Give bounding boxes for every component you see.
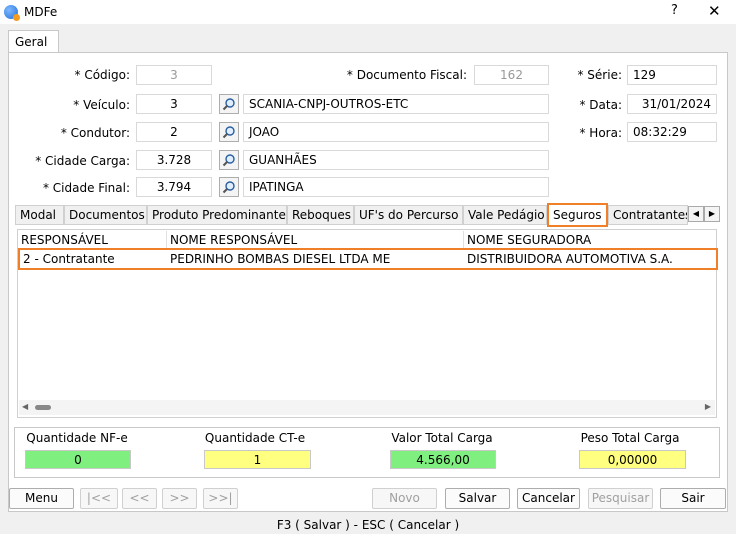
search-icon [222,181,235,194]
column-header-responsavel[interactable]: RESPONSÁVEL [18,231,167,249]
sair-button[interactable]: Sair [660,488,726,509]
cidade-carga-desc-field[interactable]: GUANHÃES [243,150,549,170]
valor-total-value: 4.566,00 [390,450,496,469]
cidade-final-label: * Cidade Final: [42,181,130,195]
veiculo-label: * Veículo: [73,98,130,112]
tab-ufs-percurso[interactable]: UF's do Percurso [354,205,463,225]
qtd-cte-value: 1 [204,450,311,469]
codigo-field[interactable]: 3 [136,65,212,85]
doc-fiscal-label: * Documento Fiscal: [346,68,467,82]
tab-documentos[interactable]: Documentos [64,205,147,225]
serie-label: * Série: [577,68,622,82]
valor-total-label: Valor Total Carga [391,431,493,445]
sub-tab-bar: Modal Documentos Produto Predominante Re… [15,203,720,227]
status-bar: F3 ( Salvar ) - ESC ( Cancelar ) [276,518,460,532]
table-row[interactable]: 2 - Contratante PEDRINHO BOMBAS DIESEL L… [18,248,718,270]
scroll-left-icon[interactable]: ◀ [22,402,28,411]
cidade-carga-label: * Cidade Carga: [35,154,130,168]
salvar-button[interactable]: Salvar [445,488,510,509]
close-button[interactable]: ✕ [708,2,721,20]
search-icon [222,98,235,111]
veiculo-search-button[interactable] [219,94,239,114]
data-label: * Data: [579,98,622,112]
tab-reboques[interactable]: Reboques [287,205,354,225]
cancelar-button[interactable]: Cancelar [517,488,580,509]
veiculo-desc-field[interactable]: SCANIA-CNPJ-OUTROS-ETC [243,94,549,114]
cidade-final-code-field[interactable]: 3.794 [136,177,212,197]
qtd-nfe-value: 0 [25,450,131,469]
peso-total-label: Peso Total Carga [580,431,680,445]
tab-contratantes[interactable]: Contratantes [608,205,688,225]
cidade-final-search-button[interactable] [219,177,239,197]
seguros-grid: RESPONSÁVEL NOME RESPONSÁVEL NOME SEGURA… [17,229,718,418]
cidade-carga-code-field[interactable]: 3.728 [136,150,212,170]
last-record-button[interactable]: >>| [203,488,238,509]
tab-produto-predominante[interactable]: Produto Predominante [147,205,287,225]
column-header-nome-responsavel[interactable]: NOME RESPONSÁVEL [167,231,464,249]
qtd-cte-label: Quantidade CT-e [204,431,306,445]
menu-button[interactable]: Menu [9,488,74,509]
condutor-code-field[interactable]: 2 [136,122,212,142]
veiculo-code-field[interactable]: 3 [136,94,212,114]
tab-seguros[interactable]: Seguros [547,203,608,227]
hora-field[interactable]: 08:32:29 [627,122,717,142]
doc-fiscal-field[interactable]: 162 [474,65,549,85]
scroll-right-icon[interactable]: ▶ [705,402,711,411]
totals-panel: Quantidade NF-e 0 Quantidade CT-e 1 Valo… [14,427,720,478]
cell-nome-responsavel: PEDRINHO BOMBAS DIESEL LTDA ME [170,252,391,266]
pesquisar-button[interactable]: Pesquisar [588,488,653,509]
qtd-nfe-label: Quantidade NF-e [26,431,128,445]
data-field[interactable]: 31/01/2024 [627,94,717,114]
novo-button[interactable]: Novo [372,488,437,509]
tab-geral[interactable]: Geral [8,30,59,53]
condutor-label: * Condutor: [60,126,130,140]
tab-scroll-right-icon[interactable]: ▶ [704,206,720,222]
condutor-search-button[interactable] [219,122,239,142]
window-title: MDFe [24,5,58,19]
cell-responsavel: 2 - Contratante [23,252,115,266]
column-header-nome-seguradora[interactable]: NOME SEGURADORA [464,231,716,249]
help-button[interactable]: ? [671,3,678,18]
next-record-button[interactable]: >> [162,488,197,509]
condutor-desc-field[interactable]: JOAO [243,122,549,142]
app-icon [4,5,20,21]
first-record-button[interactable]: |<< [80,488,118,509]
cell-nome-seguradora: DISTRIBUIDORA AUTOMOTIVA S.A. [467,252,673,266]
tab-scroll-left-icon[interactable]: ◀ [688,206,704,222]
previous-record-button[interactable]: << [122,488,157,509]
cidade-carga-search-button[interactable] [219,150,239,170]
search-icon [222,126,235,139]
hora-label: * Hora: [579,126,622,140]
cidade-final-desc-field[interactable]: IPATINGA [243,177,549,197]
title-bar: MDFe ? ✕ [0,0,736,24]
tab-vale-pedagio[interactable]: Vale Pedágio [463,205,547,225]
serie-field[interactable]: 129 [627,65,717,85]
tab-modal[interactable]: Modal [15,205,64,225]
horizontal-scrollbar[interactable]: ◀ ▶ [19,400,715,415]
codigo-label: * Código: [74,68,131,82]
search-icon [222,154,235,167]
scrollbar-thumb[interactable] [35,405,51,410]
peso-total-value: 0,00000 [579,450,686,469]
